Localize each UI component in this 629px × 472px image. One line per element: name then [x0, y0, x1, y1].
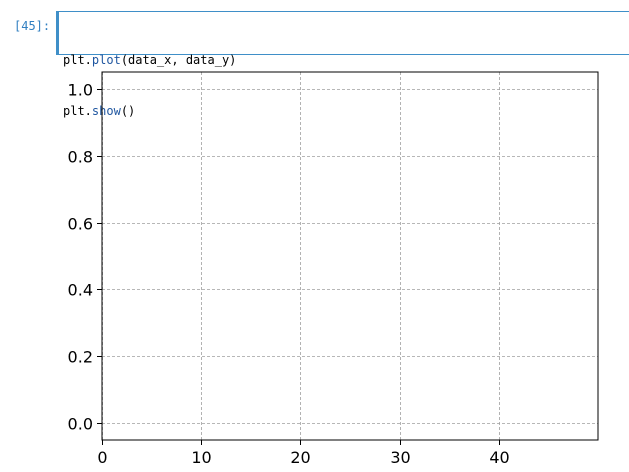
axis-ticks: [97, 89, 500, 445]
x-tick-label: 0: [97, 448, 107, 467]
y-tick-label: 0.4: [68, 281, 93, 300]
x-tick-label: 10: [191, 448, 211, 467]
x-tick-label: 40: [489, 448, 509, 467]
tick-labels: 0 10 20 30 40 0.0 0.2 0.4 0.6 0.8 1.0: [68, 81, 510, 468]
y-tick-label: 0.6: [68, 215, 93, 234]
grid-lines: [102, 72, 598, 440]
x-tick-label: 20: [290, 448, 310, 467]
y-tick-label: 0.0: [68, 415, 93, 434]
y-tick-label: 1.0: [68, 81, 93, 100]
axes-frame: [101, 71, 599, 441]
y-tick-label: 0.2: [68, 348, 93, 367]
plot-output: 0 10 20 30 40 0.0 0.2 0.4 0.6 0.8 1.0: [68, 71, 599, 468]
y-tick-label: 0.8: [68, 148, 93, 167]
x-tick-label: 30: [390, 448, 410, 467]
